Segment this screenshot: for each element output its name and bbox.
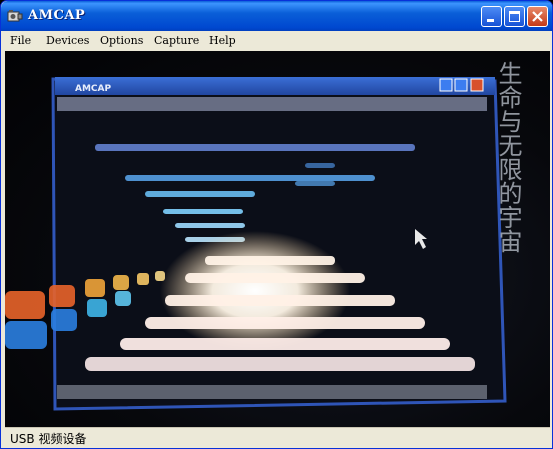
camera-app-icon [7, 10, 23, 22]
status-bar: USB 视频设备 [5, 427, 550, 447]
menu-help[interactable]: Help [209, 34, 236, 47]
close-button[interactable] [527, 6, 548, 27]
maximize-icon [509, 11, 520, 22]
window-title: AMCAP [28, 8, 86, 23]
maximize-button[interactable] [504, 6, 525, 27]
background-chinese-text: 生命与无限的宇宙 [494, 61, 522, 253]
menu-options[interactable]: Options [100, 34, 143, 47]
camera-feed-image: AMCAP 生命与无限的宇宙 [5, 61, 522, 411]
amcap-window: AMCAP File Devices Options Capture Help [0, 0, 553, 449]
menu-devices[interactable]: Devices [46, 34, 89, 47]
menu-bar: File Devices Options Capture Help [5, 31, 550, 51]
video-preview: AMCAP 生命与无限的宇宙 [5, 51, 550, 427]
status-device-text: USB 视频设备 [10, 432, 87, 446]
menu-file[interactable]: File [10, 34, 31, 47]
inner-window-title: AMCAP [75, 84, 111, 94]
close-icon [532, 11, 543, 22]
minimize-icon [487, 19, 494, 22]
title-bar[interactable]: AMCAP [1, 1, 552, 31]
minimize-button[interactable] [481, 6, 502, 27]
menu-capture[interactable]: Capture [154, 34, 199, 47]
